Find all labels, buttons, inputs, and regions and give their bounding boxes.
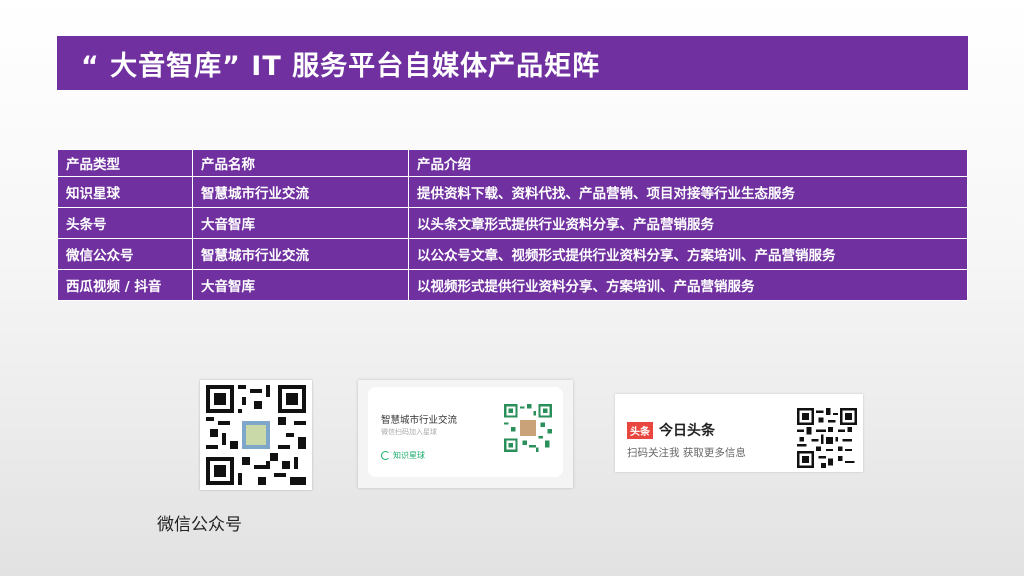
- cell-intro: 以视频形式提供行业资料分享、方案培训、产品营销服务: [408, 269, 968, 301]
- cell-intro: 以公众号文章、视频形式提供行业资料分享、方案培训、产品营销服务: [408, 238, 968, 270]
- zsxq-group-name: 智慧城市行业交流: [381, 415, 458, 426]
- zsxq-brand: 知识星球: [381, 450, 425, 461]
- toutiao-logo: 头条 今日头条: [627, 420, 715, 440]
- zsxq-subtitle: 微信扫码加入星球: [381, 428, 437, 436]
- toutiao-badge: 头条: [627, 421, 653, 439]
- cell-type: 西瓜视频 / 抖音: [57, 269, 193, 301]
- table-row: 西瓜视频 / 抖音 大音智库 以视频形式提供行业资料分享、方案培训、产品营销服务: [57, 269, 968, 301]
- wechat-qr-card: [200, 380, 312, 490]
- header-product-name: 产品名称: [192, 149, 409, 177]
- table-header-row: 产品类型 产品名称 产品介绍: [57, 149, 968, 177]
- zsxq-qr-code-icon: [504, 404, 552, 452]
- page-title: “ 大音智库” IT 服务平台自媒体产品矩阵: [57, 36, 968, 90]
- zsxq-logo-icon: [381, 451, 390, 460]
- cell-type: 微信公众号: [57, 238, 193, 270]
- wechat-caption: 微信公众号: [157, 515, 242, 535]
- table-row: 微信公众号 智慧城市行业交流 以公众号文章、视频形式提供行业资料分享、方案培训、…: [57, 238, 968, 270]
- zsxq-inner-card: 智慧城市行业交流 微信扫码加入星球 知识星球: [368, 387, 563, 477]
- toutiao-name: 今日头条: [659, 423, 715, 439]
- table-row: 头条号 大音智库 以头条文章形式提供行业资料分享、产品营销服务: [57, 207, 968, 239]
- toutiao-subtitle: 扫码关注我 获取更多信息: [627, 447, 746, 459]
- toutiao-card: 头条 今日头条 扫码关注我 获取更多信息: [615, 394, 863, 472]
- wechat-qr-code-icon: [206, 385, 306, 485]
- zsxq-card: 智慧城市行业交流 微信扫码加入星球 知识星球: [358, 380, 573, 488]
- cell-name: 智慧城市行业交流: [192, 176, 409, 208]
- cell-name: 大音智库: [192, 269, 409, 301]
- zsxq-brand-label: 知识星球: [393, 451, 425, 460]
- header-product-type: 产品类型: [57, 149, 193, 177]
- cell-name: 智慧城市行业交流: [192, 238, 409, 270]
- product-matrix-table: 产品类型 产品名称 产品介绍 知识星球 智慧城市行业交流 提供资料下载、资料代找…: [57, 149, 968, 301]
- cell-intro: 以头条文章形式提供行业资料分享、产品营销服务: [408, 207, 968, 239]
- cell-intro: 提供资料下载、资料代找、产品营销、项目对接等行业生态服务: [408, 176, 968, 208]
- table-row: 知识星球 智慧城市行业交流 提供资料下载、资料代找、产品营销、项目对接等行业生态…: [57, 176, 968, 208]
- cell-type: 知识星球: [57, 176, 193, 208]
- header-product-intro: 产品介绍: [408, 149, 968, 177]
- cell-name: 大音智库: [192, 207, 409, 239]
- toutiao-qr-code-icon: [797, 408, 857, 468]
- cell-type: 头条号: [57, 207, 193, 239]
